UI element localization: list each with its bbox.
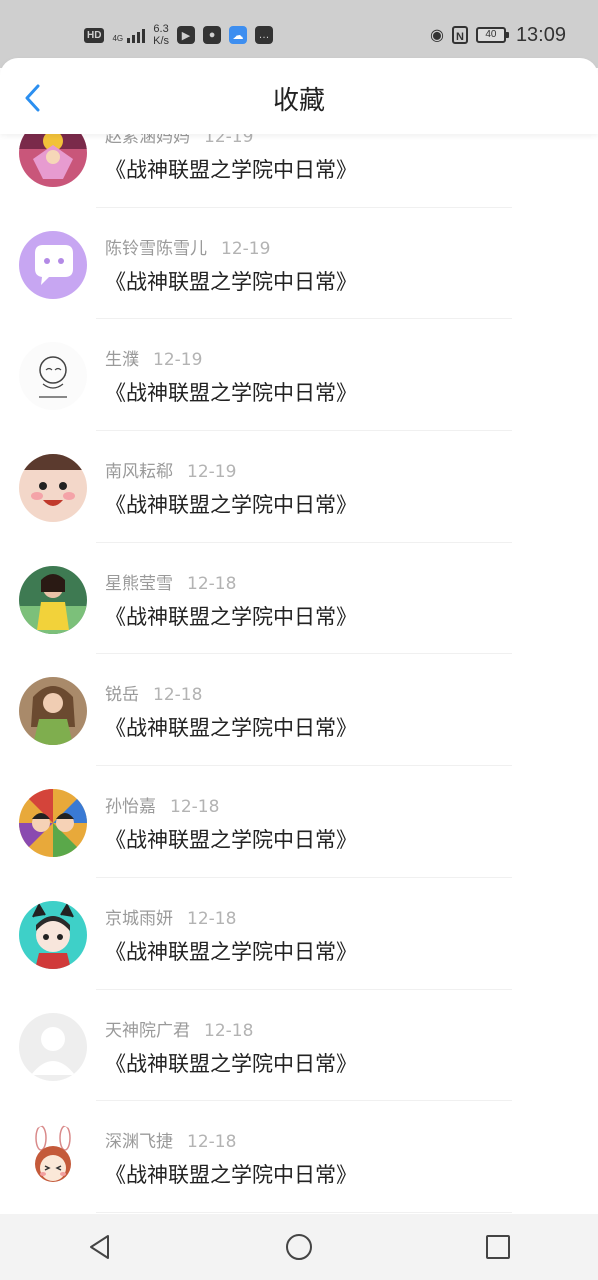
user-name: 京城雨妍 <box>105 908 173 929</box>
user-name: 孙怡嘉 <box>105 797 156 818</box>
work-title[interactable]: 《战神联盟之学院中日常》 <box>105 154 357 184</box>
work-title[interactable]: 《战神联盟之学院中日常》 <box>105 489 357 519</box>
item-meta: 孙怡嘉 12-18 <box>105 792 219 817</box>
avatar[interactable] <box>19 230 87 299</box>
list-item[interactable]: 孙怡嘉 12-18 《战神联盟之学院中日常》 <box>0 766 598 878</box>
item-date: 12-18 <box>204 1020 254 1041</box>
item-date: 12-18 <box>187 1132 237 1153</box>
user-name: 生濮 <box>105 350 139 371</box>
item-meta: 南风耘郗 12-19 <box>105 457 236 482</box>
avatar[interactable] <box>19 900 87 969</box>
item-date: 12-19 <box>153 350 203 371</box>
cloud-icon: ☁ <box>229 26 248 44</box>
app-notification-icon: ▶ <box>177 26 196 44</box>
signal-icon: 4G <box>112 27 146 43</box>
favorites-list: 赵素涵妈妈 12-19 《战神联盟之学院中日常》 陈铃雪陈雪儿 12-19 《战神联… <box>0 96 598 1214</box>
network-type: 4G <box>112 34 124 43</box>
item-date: 12-18 <box>187 908 237 929</box>
hd-indicator: HD <box>84 27 105 43</box>
work-title[interactable]: 《战神联盟之学院中日常》 <box>105 824 357 854</box>
list-item[interactable]: 星熊莹雪 12-18 《战神联盟之学院中日常》 <box>0 543 598 655</box>
avatar[interactable] <box>19 565 87 634</box>
work-title[interactable]: 《战神联盟之学院中日常》 <box>105 377 357 407</box>
status-right: ◉ N 40 13:09 <box>430 20 566 50</box>
nfc-icon: N <box>451 26 468 44</box>
avatar[interactable] <box>19 342 87 411</box>
user-name: 天神院广君 <box>105 1020 190 1041</box>
nav-home-button[interactable] <box>279 1227 319 1267</box>
item-meta: 深渊飞捷 12-18 <box>105 1127 236 1152</box>
item-date: 12-18 <box>153 685 203 706</box>
work-title[interactable]: 《战神联盟之学院中日常》 <box>105 601 357 631</box>
item-meta: 锐岳 12-18 <box>105 680 202 705</box>
eye-icon: ◉ <box>429 27 444 44</box>
battery-level: 40 <box>485 29 497 40</box>
item-meta: 生濮 12-19 <box>105 345 202 370</box>
speed-unit: K/s <box>153 35 170 47</box>
default-avatar-icon <box>19 1012 87 1081</box>
list-item[interactable]: 南风耘郗 12-19 《战神联盟之学院中日常》 <box>0 431 598 543</box>
item-meta: 京城雨妍 12-18 <box>105 904 236 929</box>
square-recents-icon <box>486 1235 511 1259</box>
user-name: 陈铃雪陈雪儿 <box>105 238 207 259</box>
clock: 13:09 <box>515 23 566 46</box>
work-title[interactable]: 《战神联盟之学院中日常》 <box>105 266 357 296</box>
system-nav-bar <box>0 1214 598 1280</box>
divider <box>96 1211 512 1213</box>
avatar[interactable] <box>19 454 87 523</box>
item-date: 12-19 <box>221 238 271 259</box>
avatar[interactable] <box>19 1124 87 1193</box>
status-left: HD 4G 6.3 K/s ▶ ● ☁ … <box>84 20 274 50</box>
nav-recents-button[interactable] <box>478 1227 518 1267</box>
work-title[interactable]: 《战神联盟之学院中日常》 <box>105 936 357 966</box>
list-item[interactable]: 京城雨妍 12-18 《战神联盟之学院中日常》 <box>0 878 598 990</box>
list-item[interactable]: 锐岳 12-18 《战神联盟之学院中日常》 <box>0 654 598 767</box>
list-item[interactable]: 深渊飞捷 12-18 《战神联盟之学院中日常》 <box>0 1101 598 1213</box>
user-name: 锐岳 <box>105 685 139 706</box>
triangle-back-icon <box>89 1235 109 1259</box>
user-name: 南风耘郗 <box>105 462 173 483</box>
user-name: 星熊莹雪 <box>105 573 173 594</box>
user-name: 深渊飞捷 <box>105 1132 173 1153</box>
item-date: 12-19 <box>187 462 237 483</box>
avatar[interactable] <box>19 677 87 746</box>
work-title[interactable]: 《战神联盟之学院中日常》 <box>105 1048 357 1078</box>
speed-value: 6.3 <box>153 23 169 35</box>
message-icon: … <box>255 26 274 44</box>
circle-home-icon <box>285 1234 312 1260</box>
list-item[interactable]: 陈铃雪陈雪儿 12-19 《战神联盟之学院中日常》 <box>0 208 598 320</box>
nav-back-button[interactable] <box>80 1227 120 1267</box>
list-item[interactable]: 生濮 12-19 《战神联盟之学院中日常》 <box>0 319 598 432</box>
wechat-icon: ● <box>203 26 222 44</box>
item-date: 12-18 <box>170 797 220 818</box>
avatar[interactable] <box>19 1012 87 1081</box>
battery-icon: 40 <box>475 27 509 43</box>
item-meta: 陈铃雪陈雪儿 12-19 <box>105 234 270 259</box>
page-header: 收藏 <box>0 58 598 134</box>
item-meta: 星熊莹雪 12-18 <box>105 569 236 594</box>
work-title[interactable]: 《战神联盟之学院中日常》 <box>105 1159 357 1189</box>
list-item[interactable]: 天神院广君 12-18 《战神联盟之学院中日常》 <box>0 990 598 1102</box>
work-title[interactable]: 《战神联盟之学院中日常》 <box>105 712 357 742</box>
network-speed: 6.3 K/s <box>153 23 169 47</box>
item-date: 12-18 <box>187 573 237 594</box>
page-title: 收藏 <box>272 86 325 116</box>
item-meta: 天神院广君 12-18 <box>105 1016 253 1041</box>
avatar[interactable] <box>19 789 87 858</box>
